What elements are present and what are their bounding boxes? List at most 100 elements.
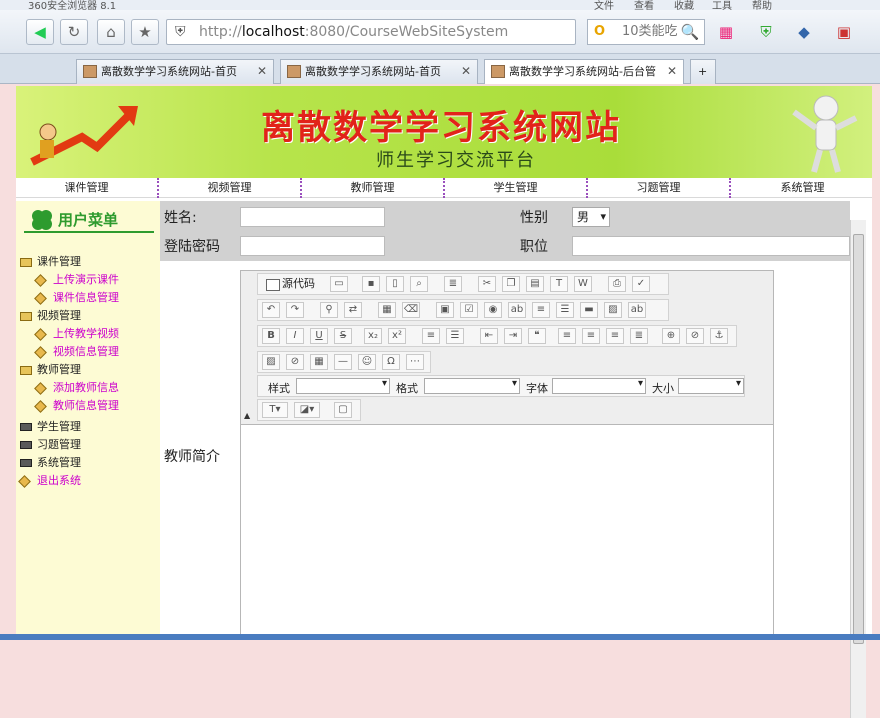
source-button[interactable]: 源代码 bbox=[264, 276, 315, 292]
sidebar-item-video[interactable]: 视频管理 bbox=[20, 307, 81, 323]
back-button[interactable]: ◀ bbox=[26, 19, 54, 45]
collapse-toolbar-icon[interactable]: ▲ bbox=[244, 411, 250, 420]
print-icon[interactable]: ⎙ bbox=[608, 276, 626, 292]
subscript-icon[interactable]: x₂ bbox=[364, 328, 382, 344]
close-icon[interactable]: ✕ bbox=[667, 60, 677, 83]
password-input[interactable] bbox=[240, 236, 385, 256]
undo-icon[interactable]: ↶ bbox=[262, 302, 280, 318]
sidebar-item-video-info[interactable]: 视频信息管理 bbox=[34, 343, 119, 359]
preview-icon[interactable]: ▭ bbox=[330, 276, 348, 292]
apps-button[interactable]: ▦ bbox=[712, 19, 740, 45]
link-icon[interactable]: ⊕ bbox=[662, 328, 680, 344]
table-icon[interactable]: ▦ bbox=[310, 354, 328, 370]
remove-format-icon[interactable]: ⌫ bbox=[402, 302, 420, 318]
blockquote-icon[interactable]: ❝ bbox=[528, 328, 546, 344]
template-icon[interactable]: ≣ bbox=[444, 276, 462, 292]
special-char-icon[interactable]: Ω bbox=[382, 354, 400, 370]
spellcheck-icon[interactable]: ✓ bbox=[632, 276, 650, 292]
sidebar-item-teacher-info[interactable]: 教师信息管理 bbox=[34, 397, 119, 413]
textarea-icon[interactable]: ≡ bbox=[532, 302, 550, 318]
cut-icon[interactable]: ✂ bbox=[478, 276, 496, 292]
sidebar-item-courseware[interactable]: 课件管理 bbox=[20, 253, 81, 269]
outdent-icon[interactable]: ⇤ bbox=[480, 328, 498, 344]
copy-icon[interactable]: ❐ bbox=[502, 276, 520, 292]
smiley-icon[interactable]: ☺ bbox=[358, 354, 376, 370]
page-scrollbar[interactable] bbox=[850, 220, 866, 718]
sidebar-item-courseware-info[interactable]: 课件信息管理 bbox=[34, 289, 119, 305]
image-button-icon[interactable]: ▨ bbox=[604, 302, 622, 318]
anchor-icon[interactable]: ⚓ bbox=[710, 328, 728, 344]
strikethrough-icon[interactable]: S bbox=[334, 328, 352, 344]
superscript-icon[interactable]: x² bbox=[388, 328, 406, 344]
numbered-list-icon[interactable]: ≡ bbox=[422, 328, 440, 344]
nav-student[interactable]: 学生管理 bbox=[445, 178, 588, 198]
indent-icon[interactable]: ⇥ bbox=[504, 328, 522, 344]
align-right-icon[interactable]: ≡ bbox=[606, 328, 624, 344]
button-field-icon[interactable]: ▬ bbox=[580, 302, 598, 318]
tab-home-1[interactable]: 离散数学学习系统网站-首页 ✕ bbox=[76, 59, 274, 84]
image-icon[interactable]: ▨ bbox=[262, 354, 280, 370]
editor-content-area[interactable] bbox=[241, 426, 773, 639]
nav-system[interactable]: 系统管理 bbox=[731, 178, 874, 198]
bulleted-list-icon[interactable]: ☰ bbox=[446, 328, 464, 344]
hidden-field-icon[interactable]: ab bbox=[628, 302, 646, 318]
sidebar-item-add-teacher[interactable]: 添加教师信息 bbox=[34, 379, 119, 395]
align-center-icon[interactable]: ≡ bbox=[582, 328, 600, 344]
paste-text-icon[interactable]: T bbox=[550, 276, 568, 292]
tab-home-2[interactable]: 离散数学学习系统网站-首页 ✕ bbox=[280, 59, 478, 84]
security-button[interactable]: ⛨ bbox=[752, 19, 780, 45]
find-icon[interactable]: ⚲ bbox=[320, 302, 338, 318]
flash-icon[interactable]: ⊘ bbox=[286, 354, 304, 370]
paste-icon[interactable]: ▤ bbox=[526, 276, 544, 292]
close-icon[interactable]: ✕ bbox=[461, 60, 471, 83]
sidebar-item-upload-courseware[interactable]: 上传演示课件 bbox=[34, 271, 119, 287]
save-icon[interactable]: ▪ bbox=[362, 276, 380, 292]
nav-video[interactable]: 视频管理 bbox=[159, 178, 302, 198]
close-icon[interactable]: ✕ bbox=[257, 60, 267, 83]
new-page-icon[interactable]: ▯ bbox=[386, 276, 404, 292]
sidebar-item-student[interactable]: 学生管理 bbox=[20, 418, 81, 434]
nav-teacher[interactable]: 教师管理 bbox=[302, 178, 445, 198]
style-select[interactable] bbox=[296, 378, 390, 394]
paste-word-icon[interactable]: W bbox=[574, 276, 592, 292]
radio-icon[interactable]: ◉ bbox=[484, 302, 502, 318]
sidebar-item-teacher[interactable]: 教师管理 bbox=[20, 361, 81, 377]
scrollbar-thumb[interactable] bbox=[853, 234, 864, 644]
underline-icon[interactable]: U bbox=[310, 328, 328, 344]
replace-icon[interactable]: ⇄ bbox=[344, 302, 362, 318]
gender-select[interactable]: 男 bbox=[572, 207, 610, 227]
page-break-icon[interactable]: ⋯ bbox=[406, 354, 424, 370]
nav-courseware[interactable]: 课件管理 bbox=[16, 178, 159, 198]
bold-icon[interactable]: B bbox=[262, 328, 280, 344]
form-icon[interactable]: ▣ bbox=[436, 302, 454, 318]
print-preview-icon[interactable]: ⌕ bbox=[410, 276, 428, 292]
sidebar-item-system[interactable]: 系统管理 bbox=[20, 454, 81, 470]
translate-button[interactable]: ▣ bbox=[830, 19, 858, 45]
justify-icon[interactable]: ≣ bbox=[630, 328, 648, 344]
select-field-icon[interactable]: ☰ bbox=[556, 302, 574, 318]
align-left-icon[interactable]: ≡ bbox=[558, 328, 576, 344]
sidebar-item-exercise[interactable]: 习题管理 bbox=[20, 436, 81, 452]
address-bar[interactable]: ⛨ http://localhost:8080/CourseWebSiteSys… bbox=[166, 19, 576, 45]
size-select[interactable] bbox=[678, 378, 744, 394]
horizontal-rule-icon[interactable]: — bbox=[334, 354, 352, 370]
background-color-icon[interactable]: ◪▾ bbox=[294, 402, 320, 418]
maximize-icon[interactable]: ▢ bbox=[334, 402, 352, 418]
tab-admin[interactable]: 离散数学学习系统网站-后台管 ✕ bbox=[484, 59, 684, 84]
textfield-icon[interactable]: ab bbox=[508, 302, 526, 318]
select-all-icon[interactable]: ▦ bbox=[378, 302, 396, 318]
position-input[interactable] bbox=[572, 236, 850, 256]
font-select[interactable] bbox=[552, 378, 646, 394]
refresh-button[interactable]: ↻ bbox=[60, 19, 88, 45]
text-color-icon[interactable]: T▾ bbox=[262, 402, 288, 418]
unlink-icon[interactable]: ⊘ bbox=[686, 328, 704, 344]
sidebar-item-logout[interactable]: 退出系统 bbox=[18, 472, 81, 488]
checkbox-icon[interactable]: ☑ bbox=[460, 302, 478, 318]
favorite-button[interactable]: ★ bbox=[131, 19, 159, 45]
nav-exercise[interactable]: 习题管理 bbox=[588, 178, 731, 198]
sidebar-item-upload-video[interactable]: 上传教学视频 bbox=[34, 325, 119, 341]
search-button[interactable]: 🔍 bbox=[676, 19, 704, 45]
redo-icon[interactable]: ↷ bbox=[286, 302, 304, 318]
name-input[interactable] bbox=[240, 207, 385, 227]
italic-icon[interactable]: I bbox=[286, 328, 304, 344]
